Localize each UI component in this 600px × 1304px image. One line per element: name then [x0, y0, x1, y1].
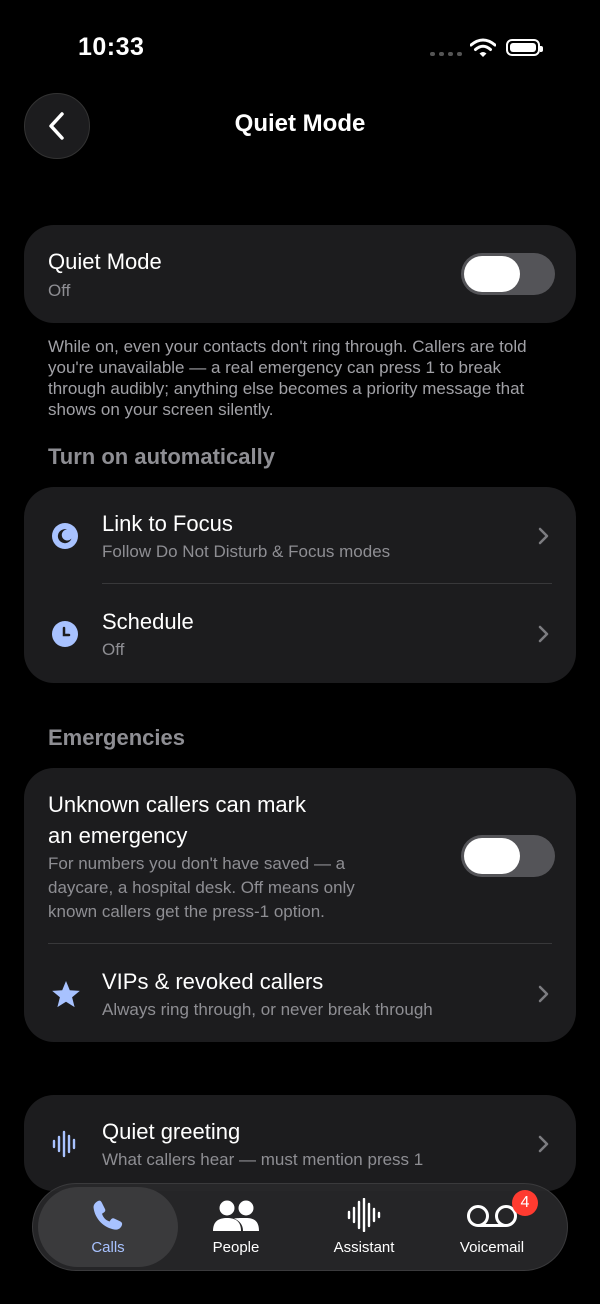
quiet-mode-label: Quiet Mode: [48, 249, 162, 274]
vips-sub: Always ring through, or never break thro…: [102, 1000, 433, 1019]
chevron-right-icon: [538, 1135, 549, 1153]
wifi-icon: [470, 38, 496, 57]
cellular-signal-icon: [430, 52, 462, 56]
chevron-right-icon: [538, 527, 549, 545]
link-to-focus-sub: Follow Do Not Disturb & Focus modes: [102, 542, 391, 561]
phone-icon: [93, 1200, 123, 1230]
voicemail-icon: [467, 1205, 517, 1227]
battery-icon: [506, 39, 543, 56]
voicemail-badge: 4: [512, 1190, 538, 1216]
unknown-callers-sub-line2: daycare, a hospital desk. Off means only: [48, 878, 355, 897]
unknown-callers-sub-line1: For numbers you don't have saved — a: [48, 854, 346, 873]
quiet-greeting-label: Quiet greeting: [102, 1119, 241, 1144]
toggle-knob: [464, 838, 520, 874]
tab-calls-label: Calls: [91, 1239, 125, 1256]
people-icon: [213, 1200, 259, 1231]
quiet-mode-toggle[interactable]: [461, 253, 555, 295]
section-title-auto: Turn on automatically: [48, 444, 275, 469]
schedule-label: Schedule: [102, 609, 194, 634]
clock-icon: [52, 621, 78, 647]
waveform-icon: [347, 1198, 381, 1232]
toggle-knob: [464, 256, 520, 292]
chevron-right-icon: [538, 625, 549, 643]
moon-icon: [52, 523, 78, 549]
quiet-mode-state: Off: [48, 281, 71, 300]
tab-assistant-label: Assistant: [333, 1239, 395, 1256]
link-to-focus-label: Link to Focus: [102, 511, 233, 536]
page-title: Quiet Mode: [234, 110, 366, 137]
tab-people-label: People: [212, 1239, 260, 1256]
unknown-callers-sub-line3: known callers get the press-1 option.: [48, 902, 325, 921]
waveform-icon: [52, 1130, 76, 1158]
unknown-callers-label-line2: an emergency: [48, 823, 188, 848]
chevron-right-icon: [538, 985, 549, 1003]
unknown-callers-toggle[interactable]: [461, 835, 555, 877]
section-title-emergencies: Emergencies: [48, 725, 185, 750]
star-icon: [52, 981, 80, 1008]
unknown-callers-label-line1: Unknown callers can mark: [48, 792, 306, 817]
quiet-greeting-sub: What callers hear — must mention press 1: [102, 1150, 424, 1169]
vips-label: VIPs & revoked callers: [102, 969, 324, 994]
quiet-mode-description: While on, even your contacts don't ring …: [48, 337, 527, 419]
tab-voicemail-label: Voicemail: [459, 1239, 525, 1256]
status-time: 10:33: [78, 33, 145, 61]
schedule-sub: Off: [102, 640, 125, 659]
